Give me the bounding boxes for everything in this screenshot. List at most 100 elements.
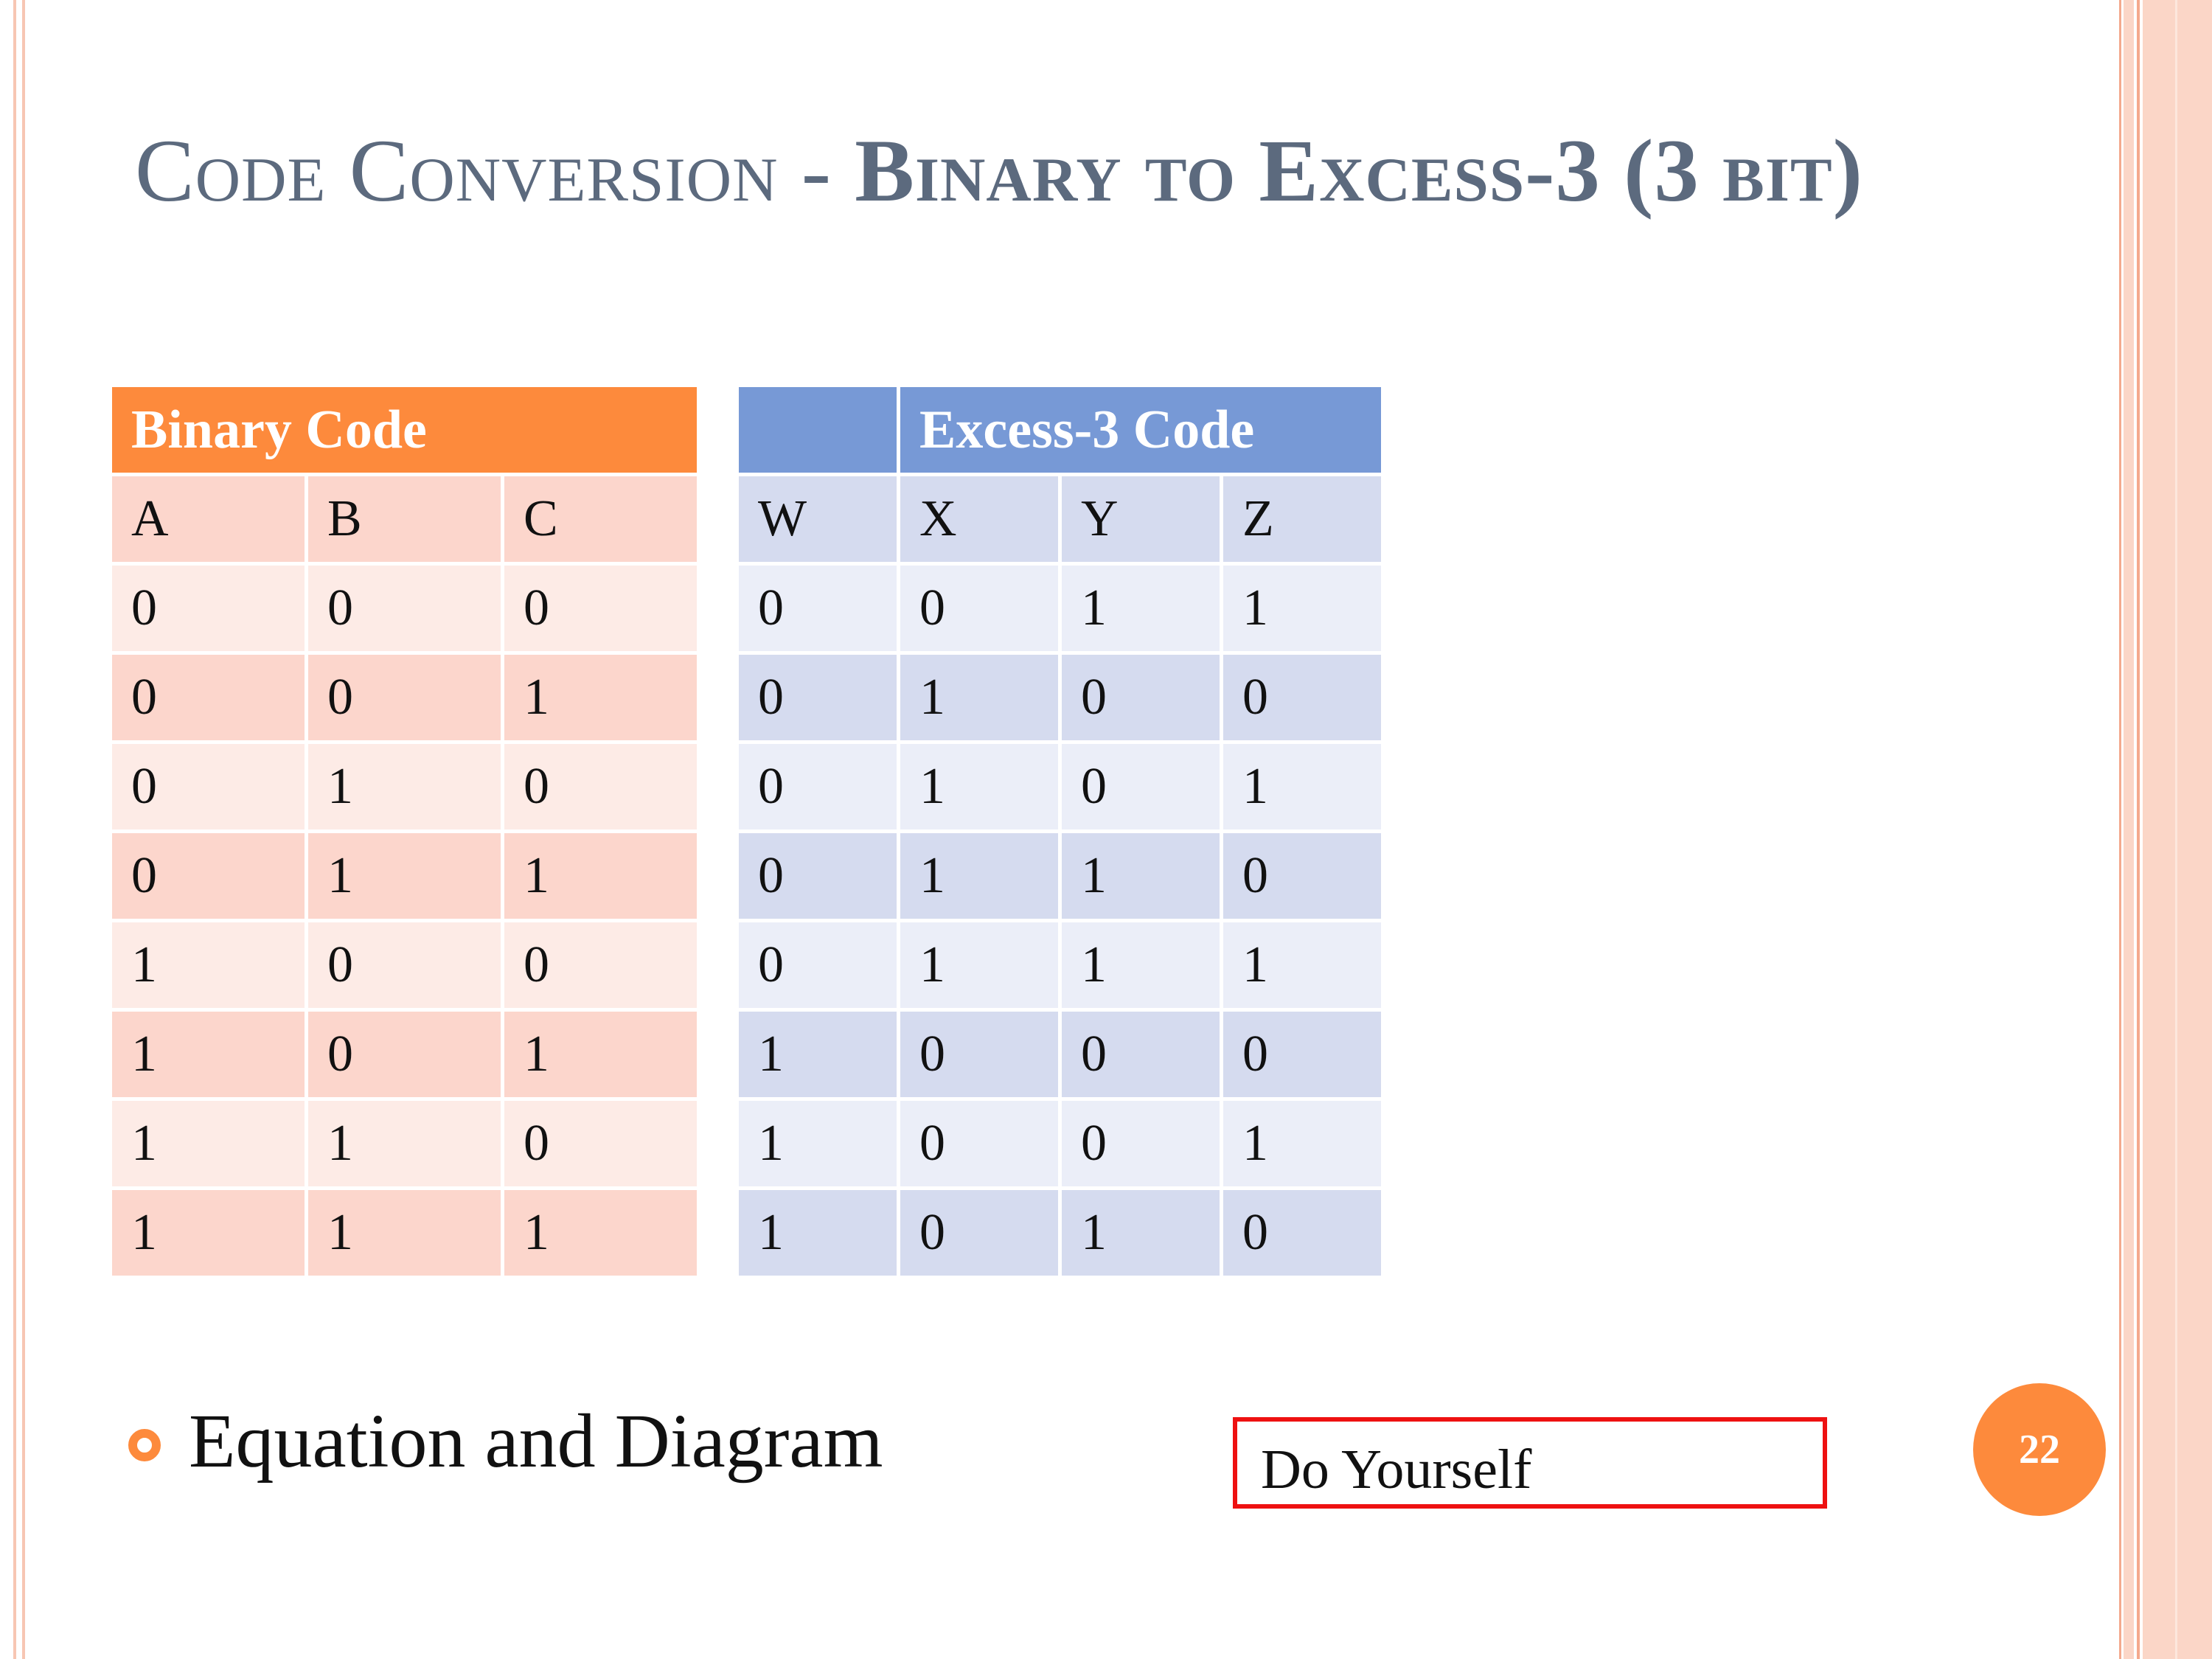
do-yourself-note: Do Yourself bbox=[1233, 1417, 1827, 1509]
table-cell: 1 bbox=[112, 922, 305, 1008]
frame-strip-right-2 bbox=[2143, 0, 2212, 1659]
table-cell: 1 bbox=[1223, 1101, 1381, 1186]
table-row: 0 0 1 1 bbox=[739, 566, 1381, 651]
table-cell: 1 bbox=[739, 1101, 897, 1186]
table-cell: 1 bbox=[504, 655, 697, 740]
table-cell: 0 bbox=[900, 1101, 1058, 1186]
table-cell: 0 bbox=[1223, 833, 1381, 919]
table-cell: 1 bbox=[1062, 922, 1220, 1008]
excess-table-header: Excess-3 Code bbox=[900, 387, 1381, 473]
table-row: 0 0 1 bbox=[112, 655, 697, 740]
table-cell: 1 bbox=[1062, 566, 1220, 651]
binary-table-header: Binary Code bbox=[112, 387, 697, 473]
column-header-y: Y bbox=[1062, 476, 1220, 562]
column-header-a: A bbox=[112, 476, 305, 562]
table-cell: 1 bbox=[112, 1012, 305, 1097]
table-row: 1 0 1 bbox=[112, 1012, 697, 1097]
table-row: 0 1 1 bbox=[112, 833, 697, 919]
table-cell: 0 bbox=[308, 922, 501, 1008]
slide-title-bold: Binary to Excess-3 (3 bit) bbox=[855, 122, 1863, 220]
table-cell: 1 bbox=[739, 1012, 897, 1097]
table-cell: 1 bbox=[504, 1012, 697, 1097]
bullet-text: Equation and Diagram bbox=[189, 1399, 883, 1484]
excess-table-column-header-row: W X Y Z bbox=[739, 476, 1381, 562]
table-row: 0 1 1 1 bbox=[739, 922, 1381, 1008]
table-row: 1 0 0 1 bbox=[739, 1101, 1381, 1186]
bullet-ring-icon bbox=[128, 1429, 161, 1461]
table-cell: 1 bbox=[308, 833, 501, 919]
slide-title: Code Conversion - Binary to Excess-3 (3 … bbox=[135, 109, 1941, 233]
table-row: 0 1 0 1 bbox=[739, 744, 1381, 830]
table-cell: 0 bbox=[739, 922, 897, 1008]
table-cell: 0 bbox=[308, 1012, 501, 1097]
column-header-x: X bbox=[900, 476, 1058, 562]
table-cell: 0 bbox=[112, 833, 305, 919]
table-cell: 0 bbox=[900, 1190, 1058, 1276]
table-cell: 0 bbox=[739, 566, 897, 651]
table-cell: 0 bbox=[504, 1101, 697, 1186]
table-cell: 0 bbox=[504, 744, 697, 830]
table-cell: 0 bbox=[900, 1012, 1058, 1097]
table-cell: 0 bbox=[739, 833, 897, 919]
frame-line-right-2 bbox=[2137, 0, 2140, 1659]
frame-line-left-2 bbox=[22, 0, 25, 1659]
table-cell: 0 bbox=[1223, 1190, 1381, 1276]
table-row: 1 0 1 0 bbox=[739, 1190, 1381, 1276]
table-cell: 0 bbox=[112, 655, 305, 740]
page-number-badge: 22 bbox=[1973, 1383, 2106, 1516]
table-cell: 1 bbox=[504, 833, 697, 919]
binary-table-column-header-row: A B C bbox=[112, 476, 697, 562]
table-cell: 1 bbox=[1223, 566, 1381, 651]
table-row: 1 1 1 bbox=[112, 1190, 697, 1276]
table-row: 0 1 0 0 bbox=[739, 655, 1381, 740]
table-cell: 0 bbox=[504, 566, 697, 651]
table-cell: 1 bbox=[308, 1190, 501, 1276]
table-cell: 0 bbox=[1062, 744, 1220, 830]
table-cell: 1 bbox=[1062, 833, 1220, 919]
table-cell: 0 bbox=[900, 566, 1058, 651]
excess-table-header-blank bbox=[739, 387, 897, 473]
table-cell: 1 bbox=[308, 744, 501, 830]
table-row: 1 0 0 bbox=[112, 922, 697, 1008]
table-cell: 1 bbox=[308, 1101, 501, 1186]
table-cell: 0 bbox=[308, 655, 501, 740]
frame-line-right-3 bbox=[2175, 0, 2177, 1659]
frame-line-right-1 bbox=[2119, 0, 2121, 1659]
table-cell: 0 bbox=[1062, 1012, 1220, 1097]
table-cell: 1 bbox=[900, 744, 1058, 830]
slide-title-normal: Code Conversion - bbox=[135, 122, 855, 220]
table-cell: 0 bbox=[504, 922, 697, 1008]
frame-line-left-1 bbox=[13, 0, 16, 1659]
table-cell: 1 bbox=[504, 1190, 697, 1276]
table-cell: 0 bbox=[1223, 655, 1381, 740]
table-cell: 1 bbox=[900, 655, 1058, 740]
table-cell: 0 bbox=[1062, 655, 1220, 740]
table-cell: 1 bbox=[900, 833, 1058, 919]
column-header-z: Z bbox=[1223, 476, 1381, 562]
column-header-w: W bbox=[739, 476, 897, 562]
frame-strip-right-1 bbox=[2124, 0, 2134, 1659]
table-cell: 0 bbox=[308, 566, 501, 651]
table-cell: 0 bbox=[739, 744, 897, 830]
table-cell: 1 bbox=[1223, 922, 1381, 1008]
table-cell: 0 bbox=[1062, 1101, 1220, 1186]
table-cell: 0 bbox=[112, 744, 305, 830]
column-header-c: C bbox=[504, 476, 697, 562]
table-cell: 0 bbox=[739, 655, 897, 740]
table-row: 1 1 0 bbox=[112, 1101, 697, 1186]
table-cell: 1 bbox=[112, 1101, 305, 1186]
table-cell: 0 bbox=[1223, 1012, 1381, 1097]
table-cell: 1 bbox=[739, 1190, 897, 1276]
excess-3-code-table: Excess-3 Code W X Y Z 0 0 1 1 0 1 0 0 0 … bbox=[735, 383, 1385, 1279]
table-row: 0 1 1 0 bbox=[739, 833, 1381, 919]
table-cell: 0 bbox=[112, 566, 305, 651]
column-header-b: B bbox=[308, 476, 501, 562]
table-cell: 1 bbox=[900, 922, 1058, 1008]
table-row: 0 0 0 bbox=[112, 566, 697, 651]
table-row: 0 1 0 bbox=[112, 744, 697, 830]
binary-code-table: Binary Code A B C 0 0 0 0 0 1 0 1 0 0 1 … bbox=[108, 383, 700, 1279]
table-cell: 1 bbox=[1062, 1190, 1220, 1276]
table-cell: 1 bbox=[1223, 744, 1381, 830]
table-cell: 1 bbox=[112, 1190, 305, 1276]
table-row: 1 0 0 0 bbox=[739, 1012, 1381, 1097]
